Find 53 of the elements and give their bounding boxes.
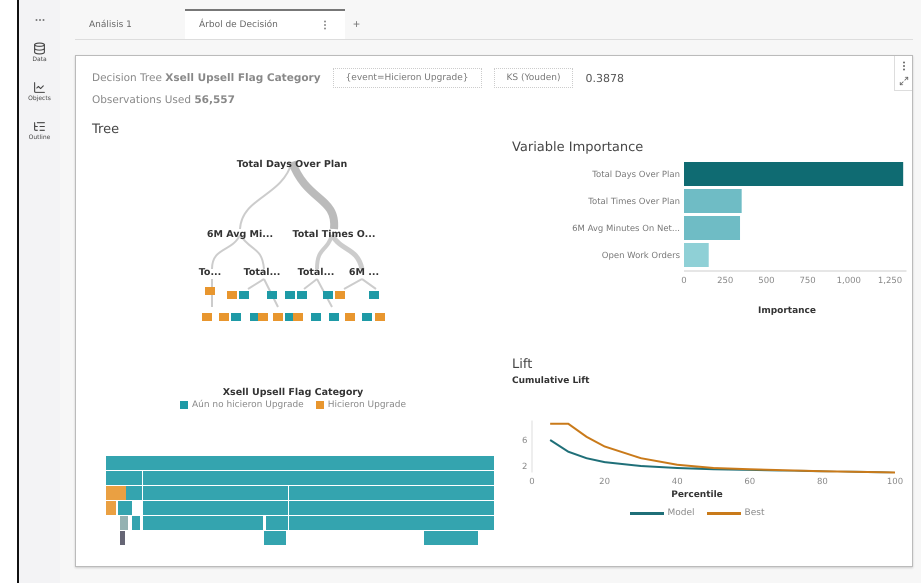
observations-text: Observations Used 56,557: [92, 94, 236, 106]
section-title: Lift: [512, 357, 534, 372]
node-label[interactable]: Total Days Over Plan: [236, 159, 348, 170]
section-title: Tree: [92, 122, 120, 137]
importance-bar: [684, 243, 709, 267]
node-label[interactable]: 6M Avg Mi...: [206, 229, 274, 240]
axis-title: Cumulative Lift: [512, 376, 590, 386]
add-tab-button[interactable]: +: [345, 9, 368, 39]
tick-label: 80: [816, 477, 828, 486]
tick-label: 500: [758, 276, 775, 286]
tick-label: 1,250: [878, 276, 902, 286]
importance-bar: [684, 216, 740, 240]
tick-label: 250: [717, 276, 734, 286]
statistic-value: 0.3878: [585, 72, 624, 84]
legend-label: Best: [744, 508, 764, 518]
axis-label: Open Work Orders: [602, 251, 680, 261]
data-icon: [32, 42, 46, 55]
axis-title: Percentile: [671, 490, 723, 500]
tick-label: 100: [886, 477, 904, 486]
legend-label: Model: [668, 508, 695, 518]
legend-line-icon: [706, 512, 741, 514]
statistic-field[interactable]: KS (Youden): [494, 68, 574, 88]
event-field[interactable]: {event=Hicieron Upgrade}: [332, 68, 482, 88]
tick-label: 750: [799, 276, 816, 286]
legend-title: Xsell Upsell Flag Category: [222, 387, 364, 398]
axis-title: Importance: [758, 306, 816, 316]
tick-label: 60: [744, 477, 756, 486]
tick-label: 0: [681, 276, 687, 286]
tick-label: 40: [672, 477, 683, 486]
legend-line-icon: [630, 512, 664, 514]
tab[interactable]: Árbol de Decisión: [185, 9, 345, 39]
node-label[interactable]: Total...: [298, 267, 334, 278]
maximize-icon[interactable]: [898, 76, 908, 86]
node-label[interactable]: To...: [198, 267, 222, 278]
tick-label: 20: [599, 477, 610, 486]
axis-label: 6M Avg Minutes On Net...: [572, 224, 680, 234]
axis-label: Total Times Over Plan: [588, 197, 680, 207]
node-label[interactable]: 6M ...: [348, 267, 380, 278]
importance-bar: [684, 189, 742, 213]
tick-label: 1,000: [836, 276, 861, 286]
outline-icon: [33, 120, 46, 133]
axis-label: Total Days Over Plan: [592, 170, 680, 180]
node-label[interactable]: Total...: [244, 267, 280, 278]
objects-icon: [32, 81, 46, 94]
card-title: Decision Tree Xsell Upsell Flag Category: [92, 72, 321, 84]
tab[interactable]: Análisis 1: [75, 9, 185, 39]
legend-label: Hicieron Upgrade: [328, 400, 406, 410]
tick-label: 2: [522, 462, 528, 472]
tick-label: 6: [522, 436, 528, 446]
legend-label: Aún no hicieron Upgrade: [192, 400, 304, 410]
tick-label: 0: [529, 477, 535, 486]
node-label[interactable]: Total Times O...: [292, 229, 376, 240]
section-title: Variable Importance: [512, 140, 644, 155]
